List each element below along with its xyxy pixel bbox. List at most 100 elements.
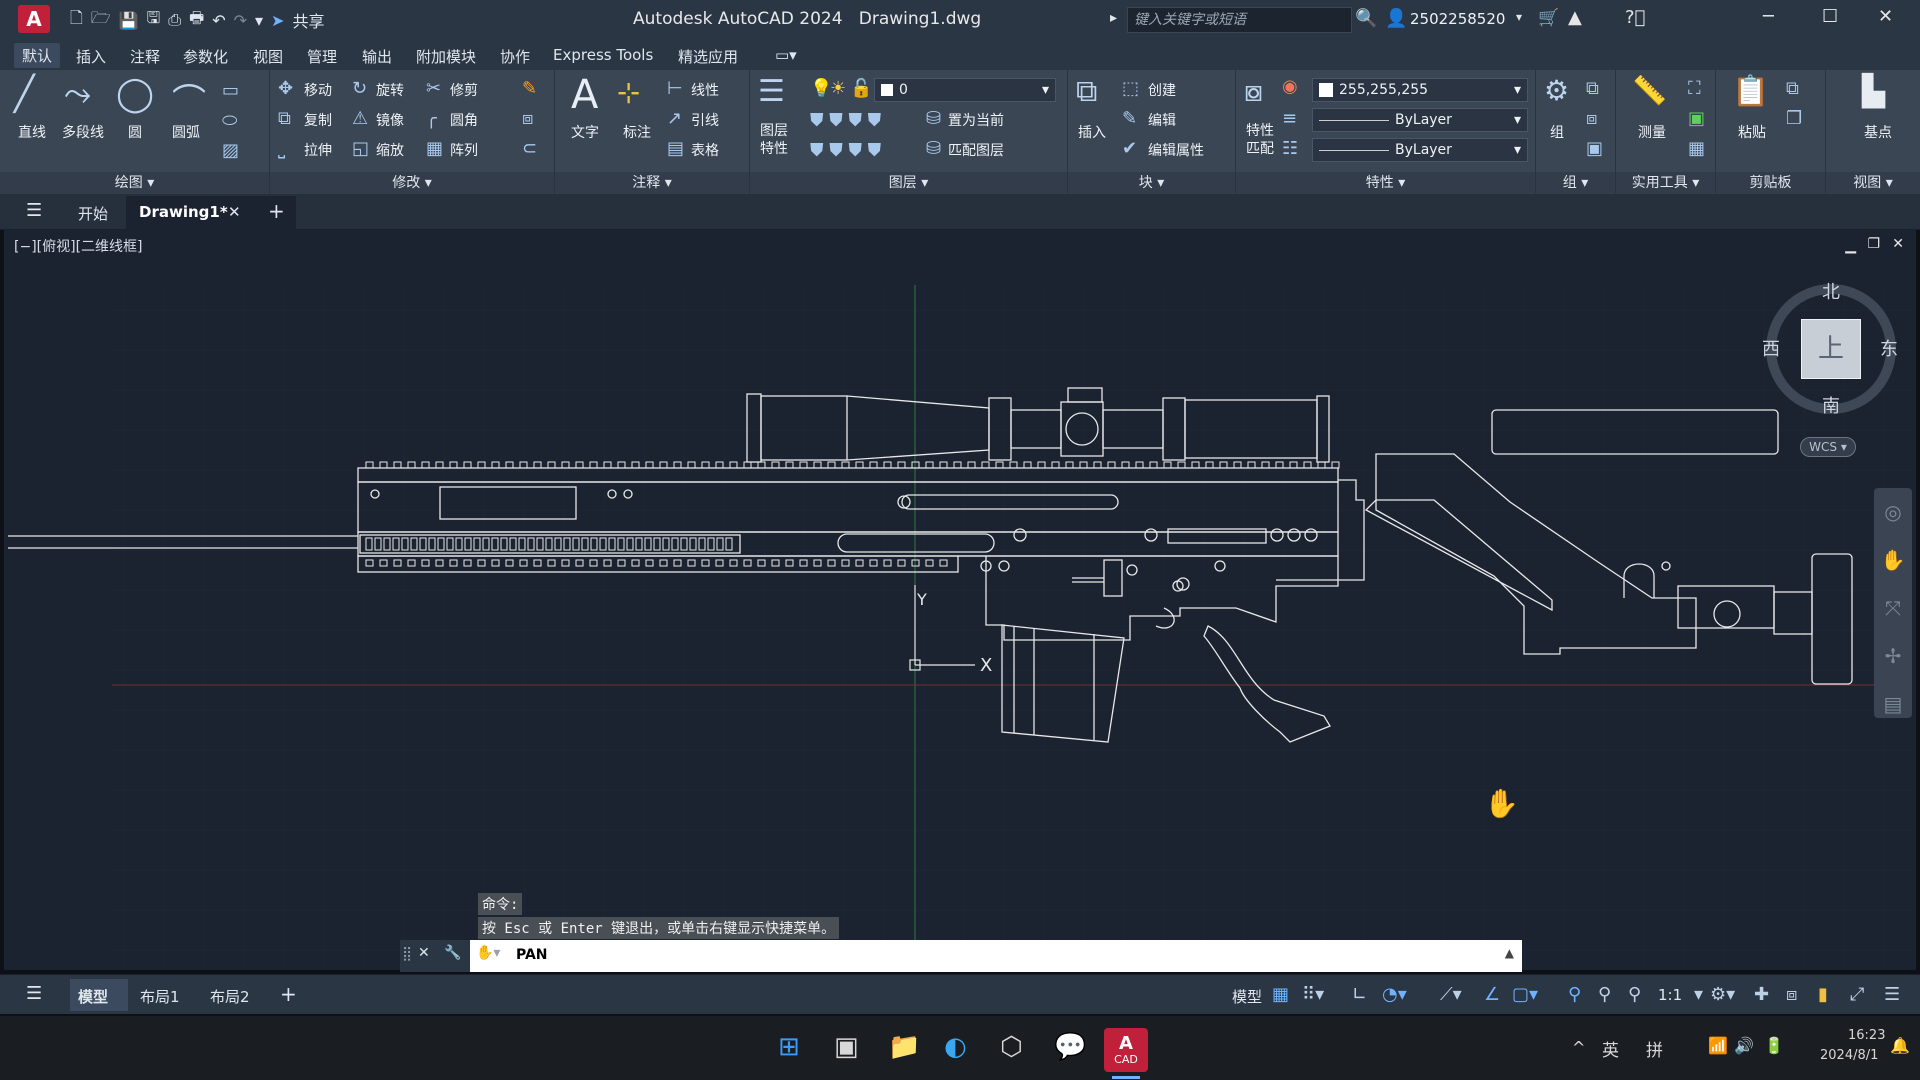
layer-tools-icon[interactable]: ⛊ ⛊ ⛊ ⛊ bbox=[810, 110, 881, 131]
arc-button[interactable]: 圆弧 bbox=[172, 122, 200, 142]
model-space-toggle[interactable]: 模型 bbox=[1232, 986, 1262, 1007]
measure-icon[interactable]: 📏 bbox=[1632, 74, 1667, 107]
plot-icon[interactable]: 🖶 bbox=[189, 7, 204, 34]
clock-date[interactable]: 2024/8/1 bbox=[1820, 1048, 1878, 1063]
file-explorer-icon[interactable]: 📁 bbox=[888, 1032, 920, 1062]
explode-icon[interactable]: ⧈ bbox=[522, 108, 533, 129]
share-icon[interactable]: ➤ bbox=[271, 11, 284, 30]
workspace-gear-icon[interactable]: ⚙▾ bbox=[1710, 984, 1735, 1005]
user-name[interactable]: 2502258520 bbox=[1410, 10, 1505, 28]
tab-layout1[interactable]: 布局1 bbox=[140, 986, 180, 1007]
tray-expand-icon[interactable]: ^ bbox=[1572, 1038, 1585, 1057]
tab-layout2[interactable]: 布局2 bbox=[210, 986, 250, 1007]
search-icon[interactable]: 🔍 bbox=[1355, 8, 1377, 29]
customize-dropdown-icon[interactable]: ▾ bbox=[255, 11, 263, 30]
circle-button[interactable]: 圆 bbox=[128, 122, 142, 142]
group-select-icon[interactable]: ▣ bbox=[1586, 138, 1603, 159]
base-point-button[interactable]: 基点 bbox=[1864, 122, 1892, 142]
insert-button[interactable]: 插入 bbox=[1078, 122, 1106, 142]
view-panel-title[interactable]: 视图 ▾ bbox=[1826, 172, 1920, 194]
match-layer-icon[interactable]: ⛁ bbox=[926, 138, 941, 159]
table-button[interactable]: 表格 bbox=[691, 140, 719, 160]
edge-icon[interactable]: ◐ bbox=[944, 1032, 967, 1062]
tab-output[interactable]: 输出 bbox=[362, 46, 392, 67]
viewcube-top-face[interactable]: 上 bbox=[1801, 319, 1861, 379]
copy-icon[interactable]: ⧉ bbox=[278, 108, 291, 129]
mirror-button[interactable]: 镜像 bbox=[376, 110, 404, 130]
new-file-icon[interactable]: 🗋 bbox=[70, 7, 83, 34]
scale-dropdown-icon[interactable]: ▾ bbox=[1694, 984, 1703, 1005]
rotate-icon[interactable]: ↻ bbox=[352, 78, 367, 99]
tab-parametric[interactable]: 参数化 bbox=[183, 46, 228, 67]
array-button[interactable]: 阵列 bbox=[450, 140, 478, 160]
paste-icon[interactable]: 📋 bbox=[1732, 74, 1769, 109]
save-icon[interactable]: 💾 bbox=[119, 11, 139, 30]
text-button[interactable]: 文字 bbox=[571, 122, 599, 142]
select-all-icon[interactable]: ▣ bbox=[1688, 108, 1705, 129]
paste-button[interactable]: 粘贴 bbox=[1738, 122, 1766, 142]
new-tab-icon[interactable]: + bbox=[268, 199, 285, 223]
ribbon-display-toggle-icon[interactable]: ▭▾ bbox=[775, 46, 797, 64]
maximize-icon[interactable]: ☐ bbox=[1822, 6, 1838, 27]
set-current-button[interactable]: 置为当前 bbox=[948, 110, 1004, 130]
layers-panel-title[interactable]: 图层 ▾ bbox=[750, 172, 1067, 194]
command-history-toggle-icon[interactable]: ▲ bbox=[1505, 946, 1514, 960]
stretch-icon[interactable]: ⎵ bbox=[278, 138, 285, 159]
base-point-icon[interactable]: ▙ bbox=[1862, 74, 1885, 109]
layout-menu-icon[interactable]: ☰ bbox=[26, 983, 42, 1004]
lineweight-dropdown[interactable]: ByLayer ▾ bbox=[1312, 138, 1528, 162]
move-button[interactable]: 移动 bbox=[304, 80, 332, 100]
text-icon[interactable]: A bbox=[571, 72, 598, 118]
compass-south[interactable]: 南 bbox=[1822, 392, 1840, 418]
set-current-icon[interactable]: ⛁ bbox=[926, 108, 941, 129]
utilities-panel-title[interactable]: 实用工具 ▾ bbox=[1616, 172, 1715, 194]
battery-icon[interactable]: 🔋 bbox=[1764, 1036, 1784, 1055]
undo-icon[interactable]: ↶ bbox=[212, 11, 225, 30]
edit-block-icon[interactable]: ✎ bbox=[1122, 108, 1137, 129]
dimension-icon[interactable]: ⊹ bbox=[617, 76, 640, 109]
ellipse-icon[interactable]: ⬭ bbox=[222, 110, 237, 131]
block-panel-title[interactable]: 块 ▾ bbox=[1068, 172, 1235, 194]
move-icon[interactable]: ✥ bbox=[278, 78, 293, 99]
notification-bell-icon[interactable]: 🔔 bbox=[1890, 1036, 1910, 1055]
group-icon[interactable]: ⚙ bbox=[1544, 74, 1569, 107]
groups-panel-title[interactable]: 组 ▾ bbox=[1536, 172, 1615, 194]
linetype-dropdown[interactable]: ByLayer ▾ bbox=[1312, 108, 1528, 132]
erase-icon[interactable]: ✎ bbox=[522, 78, 537, 99]
tab-drawing1[interactable]: Drawing1* bbox=[139, 203, 228, 221]
tab-manage[interactable]: 管理 bbox=[307, 46, 337, 67]
circle-icon[interactable]: ◯ bbox=[116, 74, 154, 114]
customize-status-icon[interactable]: ☰ bbox=[1884, 984, 1900, 1005]
steering-wheel-icon[interactable]: ◎ bbox=[1874, 488, 1912, 536]
object-snap-tracking-icon[interactable]: ∠ bbox=[1484, 984, 1500, 1005]
quick-select-icon[interactable]: ⛶ bbox=[1688, 78, 1701, 99]
command-close-icon[interactable]: ✕ bbox=[418, 945, 430, 961]
user-dropdown-icon[interactable]: ▾ bbox=[1516, 10, 1522, 24]
tab-model[interactable]: 模型 bbox=[78, 986, 108, 1007]
layer-dropdown[interactable]: 0 ▾ bbox=[874, 78, 1056, 102]
rectangle-icon[interactable]: ▭ bbox=[222, 80, 239, 101]
annotation-panel-title[interactable]: 注释 ▾ bbox=[555, 172, 749, 194]
leader-button[interactable]: 引线 bbox=[691, 110, 719, 130]
volume-icon[interactable]: 🔊 bbox=[1734, 1036, 1754, 1055]
scale-icon[interactable]: ◱ bbox=[352, 138, 369, 159]
match-layer-button[interactable]: 匹配图层 bbox=[948, 140, 1004, 160]
layer-lock-icon[interactable]: 🔓 bbox=[850, 78, 872, 99]
layer-properties-icon[interactable]: ☰ bbox=[758, 74, 785, 109]
layer-properties-button[interactable]: 图层特性 bbox=[760, 122, 800, 158]
orbit-icon[interactable]: ✢ bbox=[1874, 632, 1912, 680]
save-as-icon[interactable]: 🖫 bbox=[147, 7, 161, 34]
layer-tools-2-icon[interactable]: ⛊ ⛊ ⛊ ⛊ bbox=[810, 140, 881, 161]
object-snap-icon[interactable]: ▢▾ bbox=[1512, 984, 1538, 1005]
trim-button[interactable]: 修剪 bbox=[450, 80, 478, 100]
units-icon[interactable]: ⧈ bbox=[1786, 984, 1797, 1005]
cut-icon[interactable]: ⧉ bbox=[1786, 78, 1799, 99]
lineweight-icon[interactable]: ☷ bbox=[1282, 138, 1298, 159]
tab-express-tools[interactable]: Express Tools bbox=[553, 46, 653, 64]
command-grip-icon[interactable]: ⣿ bbox=[402, 946, 412, 962]
modify-panel-title[interactable]: 修改 ▾ bbox=[270, 172, 554, 194]
command-input[interactable]: ✋▾ PAN ▲ bbox=[470, 940, 1522, 972]
open-file-icon[interactable]: 🗁 bbox=[91, 7, 111, 34]
wcs-menu[interactable]: WCS ▾ bbox=[1800, 437, 1856, 457]
copy-button[interactable]: 复制 bbox=[304, 110, 332, 130]
